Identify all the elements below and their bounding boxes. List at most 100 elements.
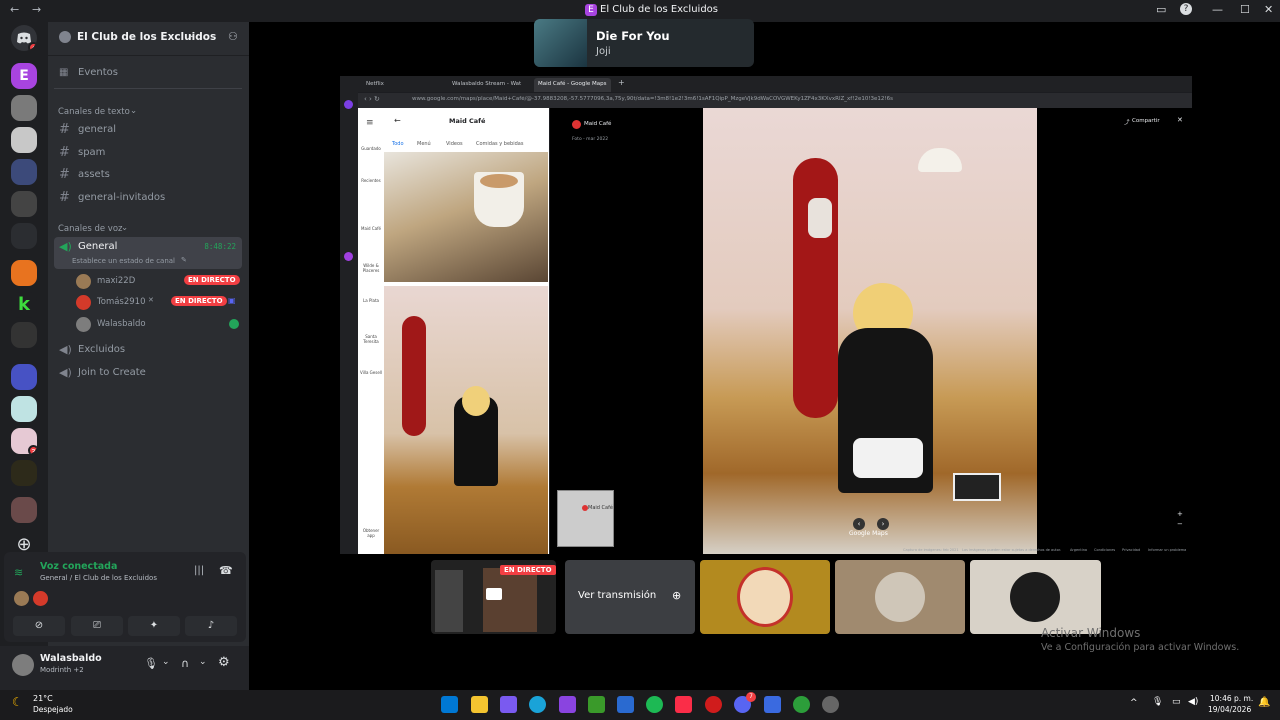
url-text[interactable]: www.google.com/maps/place/Maid+Café/@-37…	[412, 96, 1092, 102]
server-avatar[interactable]	[11, 260, 37, 286]
sidebar-icon[interactable]	[344, 100, 353, 109]
new-tab-icon[interactable]: +	[618, 78, 625, 87]
channel-spam[interactable]: # spam	[54, 143, 242, 163]
maximize-icon[interactable]: ☐	[1240, 3, 1250, 16]
app-icon[interactable]	[764, 696, 781, 713]
coffee-photo[interactable]	[384, 152, 548, 282]
minecraft-icon[interactable]	[588, 696, 605, 713]
server-avatar[interactable]	[11, 191, 37, 217]
footer-link[interactable]: Privacidad	[1122, 548, 1140, 552]
photo-tab[interactable]: Menú	[417, 141, 431, 147]
prev-arrow-icon[interactable]: ‹	[853, 518, 865, 530]
screen-share-icon[interactable]: ⎚	[71, 616, 123, 636]
maid-photo-thumb[interactable]	[384, 286, 548, 554]
voice-channel-general[interactable]: ◀) General 8:48:22 Establece un estado d…	[54, 237, 242, 269]
network-icon[interactable]: ▭	[1172, 697, 1181, 707]
server-k-icon[interactable]: k	[11, 292, 37, 318]
server-avatar[interactable]	[11, 396, 37, 422]
rail-item[interactable]: Maid Café	[359, 226, 383, 231]
browser-tab-active[interactable]: Maid Café - Google Maps	[534, 78, 611, 92]
rail-item[interactable]: Wilde & Placeres	[359, 263, 383, 273]
server-club-icon[interactable]: E	[11, 63, 37, 89]
zoom-in-icon[interactable]: +	[1177, 510, 1183, 518]
back-icon[interactable]: ‹ › ↻	[364, 95, 380, 103]
discord-home-icon[interactable]: 4	[11, 25, 37, 51]
channel-general-invitados[interactable]: # general-invitados	[54, 188, 242, 208]
popout-icon[interactable]: ⊕	[672, 589, 681, 602]
close-icon[interactable]: ✕	[1264, 3, 1273, 16]
next-arrow-icon[interactable]: ›	[877, 518, 889, 530]
back-arrow-icon[interactable]: ←	[10, 3, 19, 16]
participant-tile[interactable]	[835, 560, 965, 634]
folder-icon[interactable]	[11, 364, 37, 390]
start-icon[interactable]	[441, 696, 458, 713]
opera-icon[interactable]	[705, 696, 722, 713]
microphone-icon[interactable]: 🎙	[144, 657, 158, 670]
participant-tile[interactable]	[700, 560, 830, 634]
street-view-photo[interactable]: Google Maps ‹ ›	[703, 108, 1037, 554]
copilot-icon[interactable]	[500, 696, 517, 713]
noise-suppression-icon[interactable]: |||	[194, 565, 204, 576]
address-bar[interactable]: ‹ › ↻ www.google.com/maps/place/Maid+Caf…	[358, 93, 1192, 108]
footer-link[interactable]: Condiciones	[1094, 548, 1115, 552]
disconnect-icon[interactable]: ☎	[219, 564, 233, 577]
minimize-icon[interactable]: —	[1212, 3, 1223, 16]
discord-icon[interactable]: 7	[734, 692, 756, 713]
server-header[interactable]: El Club de los Excluidos ⌄ ⚇	[48, 22, 249, 56]
voice-channel-excluidos[interactable]: ◀) Excluidos	[54, 340, 242, 360]
server-avatar[interactable]	[11, 159, 37, 185]
stream-tile-watch[interactable]: Ver transmisión ⊕	[565, 560, 695, 634]
rail-item[interactable]: Recientes	[359, 178, 383, 183]
chevron-down-icon[interactable]: ⌄	[162, 657, 170, 667]
user-avatar[interactable]	[12, 654, 34, 676]
chevron-down-icon[interactable]: ⌄	[199, 657, 207, 667]
rail-item[interactable]: Santa Teresita	[359, 334, 383, 344]
app-icon[interactable]	[559, 696, 576, 713]
music-icon[interactable]	[675, 696, 692, 713]
help-icon[interactable]: ?	[1180, 3, 1192, 15]
share-icon[interactable]: ⤴	[1124, 118, 1130, 126]
voice-location[interactable]: General / El Club de los Excluidos	[40, 574, 157, 582]
close-photo-icon[interactable]: ✕	[1177, 116, 1183, 124]
voice-channel-join-to-create[interactable]: ◀) Join to Create	[54, 363, 242, 383]
file-explorer-icon[interactable]	[471, 696, 488, 713]
soundboard-icon[interactable]: ♪	[185, 616, 237, 636]
server-avatar[interactable]	[11, 460, 37, 486]
signal-icon[interactable]: ≋	[14, 566, 23, 579]
app-icon[interactable]	[822, 696, 839, 713]
store-icon[interactable]	[617, 696, 634, 713]
server-avatar[interactable]	[11, 497, 37, 523]
app-icon[interactable]	[793, 696, 810, 713]
menu-icon[interactable]: ≡	[366, 118, 374, 128]
spotify-icon[interactable]	[646, 696, 663, 713]
volume-icon[interactable]: ◀)	[1188, 697, 1198, 707]
sidebar-icon[interactable]	[344, 252, 353, 261]
now-playing-toast[interactable]: Die For You Joji	[534, 19, 754, 67]
back-arrow-icon[interactable]: ←	[394, 116, 401, 125]
footer-link[interactable]: Informar un problema	[1148, 548, 1186, 552]
text-category[interactable]: Canales de texto	[58, 107, 130, 117]
rail-item[interactable]: La Plata	[359, 298, 383, 303]
participant-tile[interactable]	[970, 560, 1101, 634]
rail-item[interactable]: Villa Gesell	[359, 370, 383, 375]
add-member-icon[interactable]: ⚇	[228, 30, 238, 43]
footer-link[interactable]: Argentina	[1070, 548, 1087, 552]
browser-tab[interactable]: Walasbaldo Stream - Wat	[448, 78, 525, 92]
browser-tab[interactable]: Netflix	[362, 78, 388, 92]
photo-tab[interactable]: Todo	[392, 141, 404, 147]
voice-user[interactable]: maxi22D EN DIRECTO	[76, 271, 246, 291]
forward-arrow-icon[interactable]: →	[32, 3, 41, 16]
photo-tab[interactable]: Comidas y bebidas	[476, 141, 523, 147]
channel-general[interactable]: # general	[54, 120, 242, 140]
edge-icon[interactable]	[529, 696, 546, 713]
inbox-icon[interactable]: ▭	[1156, 3, 1166, 16]
shared-browser-window[interactable]: Netflix Walasbaldo Stream - Wat Maid Caf…	[340, 76, 1192, 554]
server-avatar[interactable]	[11, 127, 37, 153]
clock-date[interactable]: 19/04/2026	[1208, 705, 1251, 714]
channel-status[interactable]: Establece un estado de canal	[72, 257, 175, 265]
camera-off-icon[interactable]: ⊘	[13, 616, 65, 636]
voice-category[interactable]: Canales de voz	[58, 224, 122, 234]
server-avatar[interactable]	[11, 95, 37, 121]
clock-time[interactable]: 10:46 p. m.	[1210, 694, 1253, 703]
zoom-out-icon[interactable]: −	[1177, 520, 1183, 528]
